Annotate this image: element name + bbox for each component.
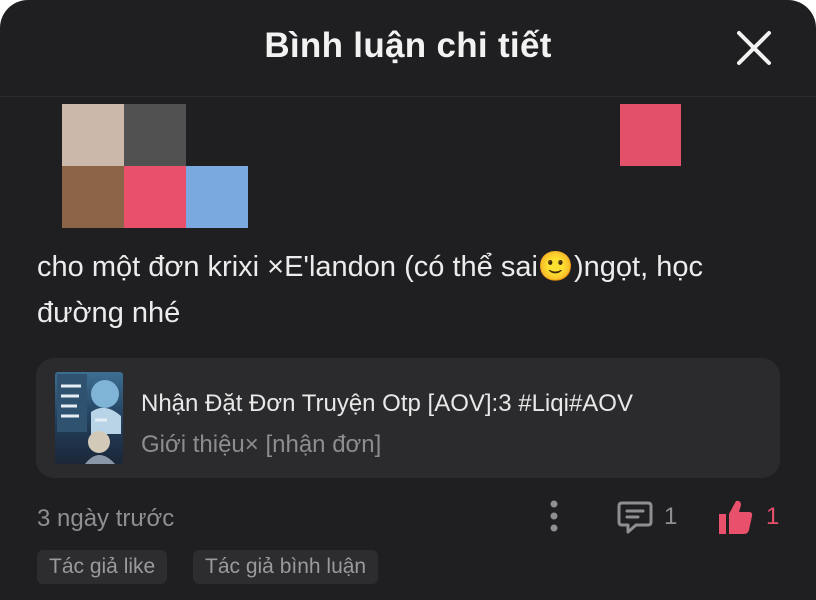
book-cover-art: [55, 372, 123, 464]
more-button[interactable]: [544, 497, 564, 537]
close-icon: [737, 31, 771, 65]
sheet-header: Bình luận chi tiết: [0, 0, 816, 97]
avatar-tile: [186, 166, 248, 228]
avatar-tile: [124, 104, 186, 166]
avatar[interactable]: [62, 104, 248, 228]
like-count: 1: [766, 503, 780, 530]
timestamp: 3 ngày trước: [37, 505, 175, 532]
more-vertical-icon: [550, 500, 558, 532]
reply-count: 1: [664, 503, 678, 530]
avatar-tile: [62, 166, 124, 228]
story-subtitle: Giới thiệu× [nhận đơn]: [141, 431, 382, 458]
book-cover-image: [55, 372, 123, 464]
like-button[interactable]: 1: [716, 495, 786, 537]
thumbs-up-icon: [719, 500, 753, 534]
page-title: Bình luận chi tiết: [264, 26, 552, 65]
reply-button[interactable]: 1: [616, 497, 686, 537]
author-replied-badge: Tác giả bình luận: [193, 550, 379, 584]
sticker-image: [620, 104, 681, 166]
avatar-tile: [124, 166, 186, 228]
story-card[interactable]: Nhận Đặt Đơn Truyện Otp [AOV]:3 #Liqi#AO…: [36, 358, 780, 478]
story-title: Nhận Đặt Đơn Truyện Otp [AOV]:3 #Liqi#AO…: [141, 390, 633, 417]
author-liked-badge: Tác giả like: [37, 550, 168, 584]
comment-icon: [617, 501, 653, 534]
avatar-tile: [186, 104, 248, 166]
close-button[interactable]: [736, 30, 772, 66]
comment-text: cho một đơn krixi ×E'landon (có thể sai🙂…: [37, 251, 703, 329]
comment-detail-sheet: Bình luận chi tiết cho một đơn krixi ×E'…: [0, 0, 816, 600]
avatar-tile: [62, 104, 124, 166]
